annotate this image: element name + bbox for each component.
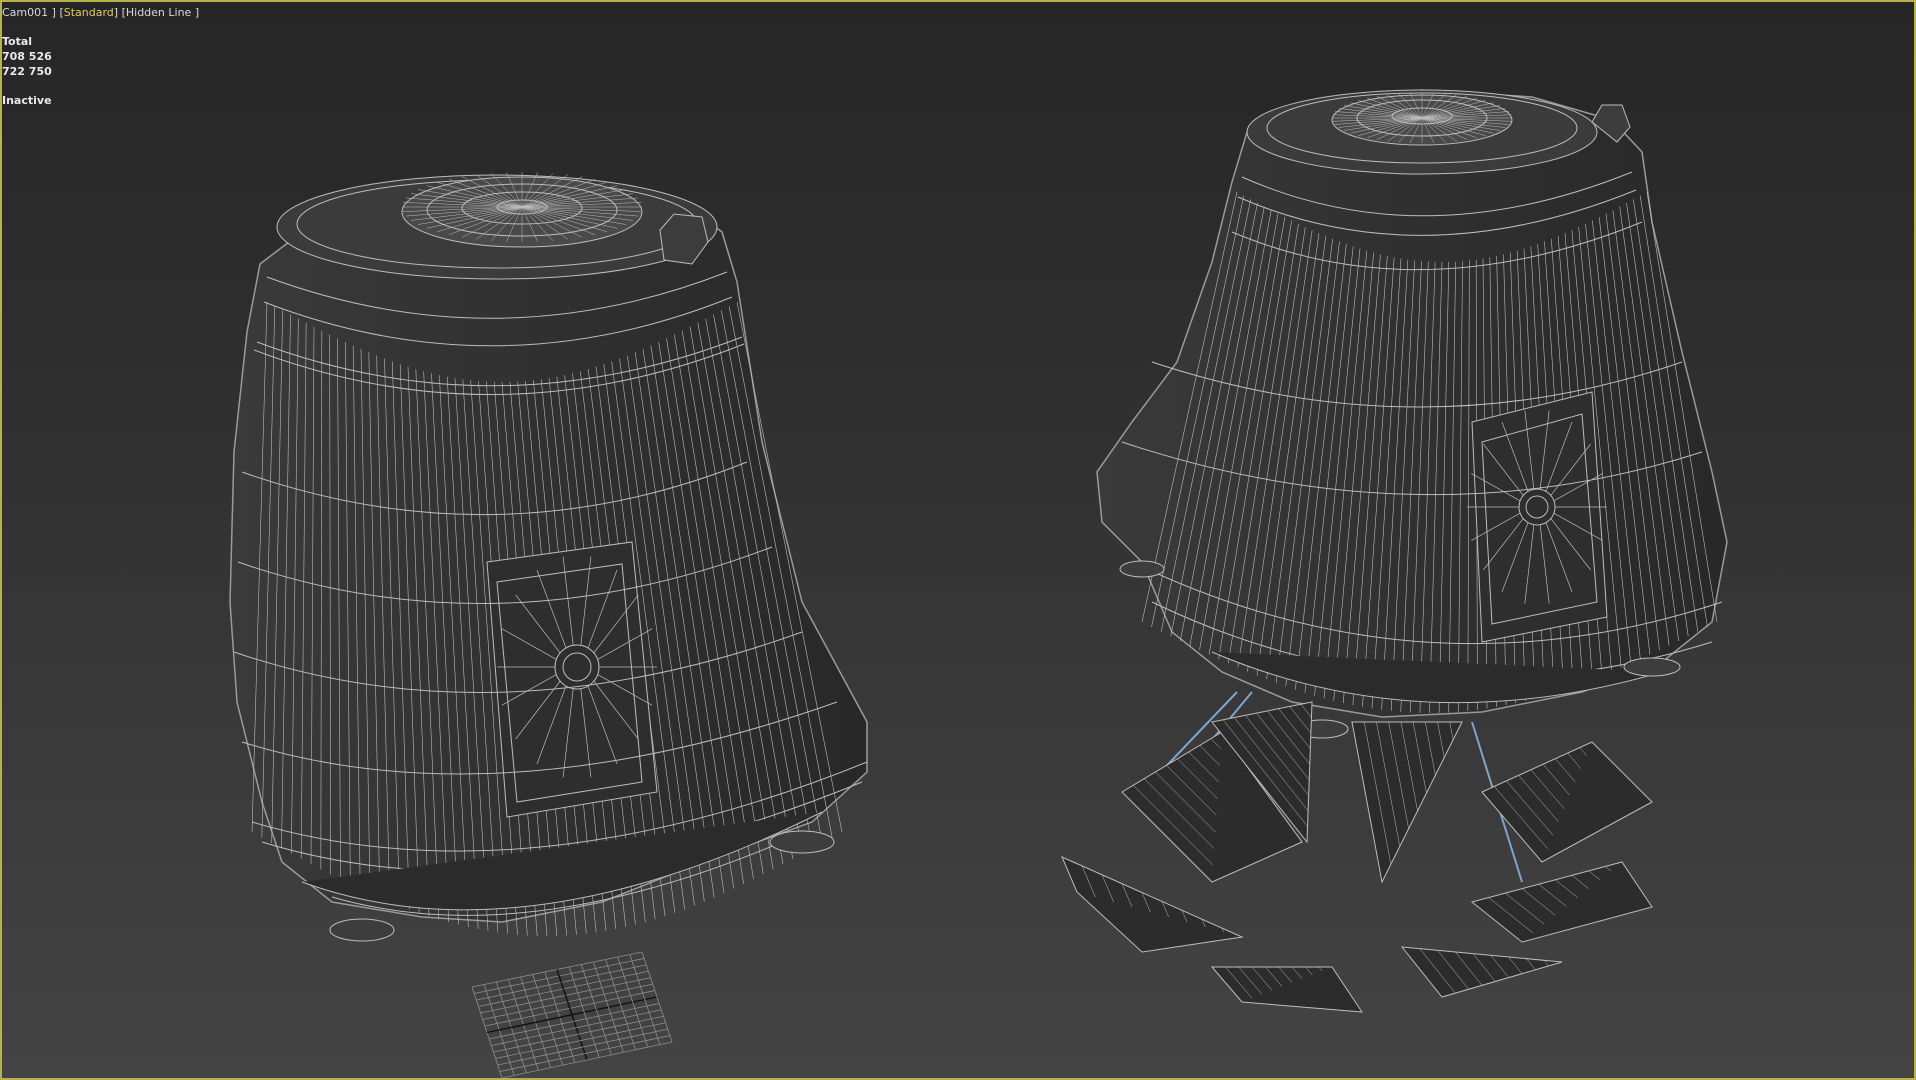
camera-viewport[interactable]: Cam001 ] [Standard] [Hidden Line ] Total… (0, 0, 1916, 1080)
drop-pod-open-mesh[interactable] (1061, 89, 1728, 1013)
scene-canvas[interactable] (2, 2, 1914, 1078)
drop-pod-closed-mesh[interactable] (229, 172, 868, 942)
home-grid-icon[interactable] (471, 951, 673, 1078)
